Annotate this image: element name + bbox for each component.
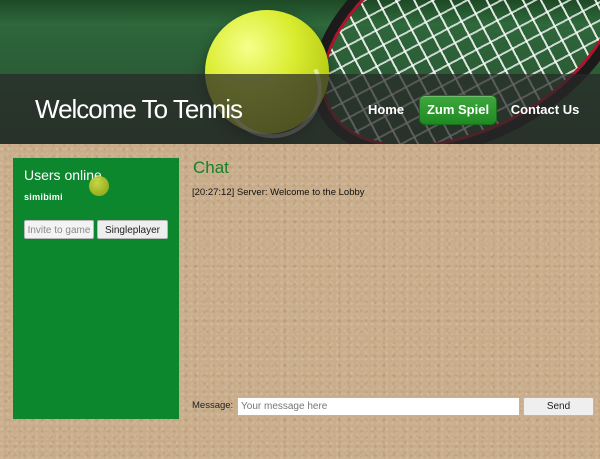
site-title: Welcome To Tennis — [35, 94, 243, 124]
tennis-ball-icon — [89, 176, 109, 196]
send-button[interactable]: Send — [523, 397, 594, 416]
singleplayer-button[interactable]: Singleplayer — [97, 220, 168, 239]
nav-contact-us[interactable]: Contact Us — [507, 96, 583, 124]
chat-heading: Chat — [193, 158, 229, 177]
chat-message: [20:27:12] Server: Welcome to the Lobby — [192, 187, 365, 198]
message-label: Message: — [192, 400, 234, 411]
nav-home[interactable]: Home — [360, 96, 412, 124]
invite-to-game-button[interactable]: Invite to game — [24, 220, 94, 239]
user-list-item[interactable]: simibimi — [24, 192, 63, 202]
users-online-panel: Users online simibimi Invite to game Sin… — [13, 158, 179, 419]
nav-zum-spiel[interactable]: Zum Spiel — [420, 96, 496, 124]
message-input[interactable] — [237, 397, 520, 416]
